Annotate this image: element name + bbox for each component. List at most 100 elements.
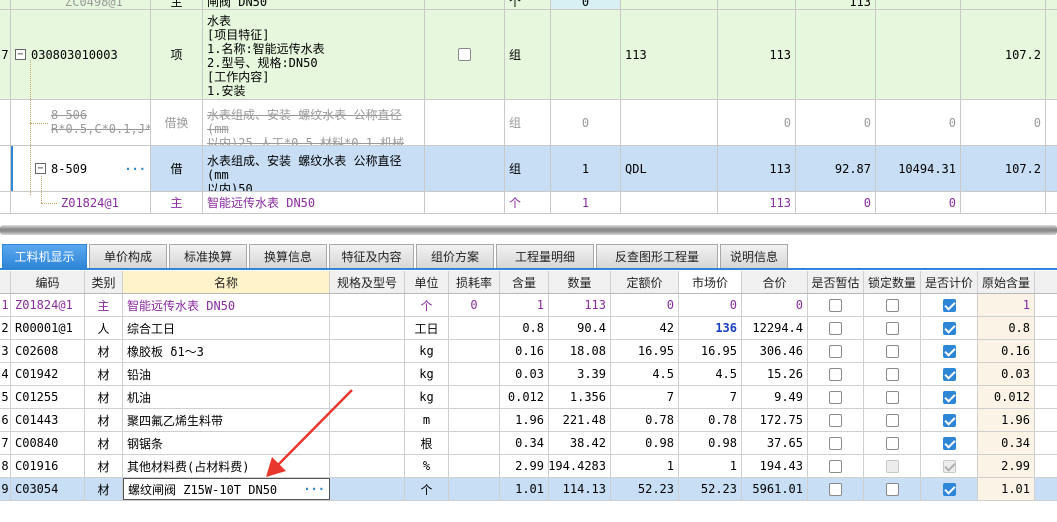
cell-type[interactable]: 材	[85, 432, 123, 454]
cell-total[interactable]: 37.65	[742, 432, 808, 454]
cell-is-priced[interactable]	[921, 409, 978, 431]
cell-total[interactable]: 12294.4	[742, 317, 808, 339]
cell-type[interactable]: 材	[85, 478, 123, 500]
is-priced-checkbox[interactable]	[942, 413, 956, 427]
top-row-replaced-dinge[interactable]: 8-506 R*0.5,C*0.1,J*0.5 借换 水表组成、安装 螺纹水表 …	[0, 100, 1057, 146]
cell-spec[interactable]	[330, 294, 405, 316]
cell-qty[interactable]: 113	[549, 294, 611, 316]
cell-lock-qty[interactable]	[864, 317, 921, 339]
cell-spec[interactable]	[330, 409, 405, 431]
cell-content[interactable]: 1	[500, 294, 549, 316]
cell-lock-qty[interactable]	[864, 340, 921, 362]
cell-name[interactable]: 综合工日	[123, 317, 330, 339]
grid-row[interactable]: 6 C01443 材聚四氟乙烯生料带 m 1.96 221.48 0.78 0.78 172.7…	[0, 409, 1057, 432]
is-est-checkbox[interactable]	[829, 344, 842, 358]
cell-unit[interactable]: %	[405, 455, 449, 477]
cell-market-price[interactable]: 0.98	[679, 432, 742, 454]
cell-qty[interactable]: 3.39	[549, 363, 611, 385]
cell-loss[interactable]	[449, 340, 500, 362]
cell-is-est[interactable]	[808, 386, 864, 408]
grid-row[interactable]: 8 C01916 材其他材料费(占材料费)% 2.99 194.4283 1 1 194.43…	[0, 455, 1057, 478]
cell-content[interactable]: 0.012	[500, 386, 549, 408]
top-row-main-material[interactable]: Z01824@1 主 智能远传水表 DN50 个 1 113 0 0	[0, 192, 1057, 214]
col-header-unit[interactable]: 单位	[405, 271, 449, 293]
cell-spec[interactable]	[330, 340, 405, 362]
cell-code[interactable]: C01443	[11, 409, 85, 431]
lock-qty-checkbox[interactable]	[885, 413, 899, 427]
cell-loss[interactable]	[449, 386, 500, 408]
col-header-spec[interactable]: 规格及型号	[330, 271, 405, 293]
cell-qty[interactable]: 1.356	[549, 386, 611, 408]
cell-orig-content[interactable]: 0.8	[978, 317, 1035, 339]
cell-market-price[interactable]: 4.5	[679, 363, 742, 385]
cell-code[interactable]: C02608	[11, 340, 85, 362]
grid-row[interactable]: 1 Z01824@1 主智能远传水表 DN50 个 0 1 113 0 0 0 1	[0, 294, 1057, 317]
cell-name[interactable]: 智能远传水表 DN50	[123, 294, 330, 316]
cell-name[interactable]: 聚四氟乙烯生料带	[123, 409, 330, 431]
is-est-checkbox[interactable]	[829, 390, 842, 404]
grid-row[interactable]: 4 C01942 材铅油 kg 0.03 3.39 4.5 4.5 15.26 0.03	[0, 363, 1057, 386]
cell-content[interactable]: 1.01	[500, 478, 549, 500]
cell-qty[interactable]: 18.08	[549, 340, 611, 362]
cell-unit[interactable]: 根	[405, 432, 449, 454]
cell-is-est[interactable]	[808, 363, 864, 385]
pane-splitter[interactable]	[0, 225, 1057, 235]
cell-loss[interactable]	[449, 363, 500, 385]
grid-row[interactable]: 3 C02608 材橡胶板 δ1～3 kg 0.16 18.08 16.95 16.95 306…	[0, 340, 1057, 363]
tab-quantity-detail[interactable]: 工程量明细	[496, 244, 594, 268]
cell-loss[interactable]	[449, 409, 500, 431]
cell-is-priced[interactable]	[921, 294, 978, 316]
lock-qty-checkbox[interactable]	[885, 298, 899, 312]
qingdan-feature-text[interactable]: 水表 [项目特征] 1.名称:智能远传水表 2.型号、规格:DN50 [工作内容…	[203, 10, 425, 99]
collapse-toggle-icon-dinge[interactable]: −	[35, 163, 46, 174]
lock-qty-checkbox[interactable]	[885, 367, 899, 381]
col-header-market-price[interactable]: 市场价	[679, 271, 742, 293]
cell-type[interactable]: 材	[85, 409, 123, 431]
cell-loss[interactable]	[449, 317, 500, 339]
cell-orig-content[interactable]: 0.16	[978, 340, 1035, 362]
cell-fixed-price[interactable]: 16.95	[611, 340, 679, 362]
cell-loss[interactable]: 0	[449, 294, 500, 316]
col-header-is-priced[interactable]: 是否计价	[921, 271, 978, 293]
tab-unit-price-composition[interactable]: 单价构成	[89, 244, 167, 268]
is-est-checkbox[interactable]	[829, 459, 842, 473]
col-header-fixed-price[interactable]: 定额价	[611, 271, 679, 293]
cell-orig-content[interactable]: 1	[978, 294, 1035, 316]
cell-unit[interactable]: 工日	[405, 317, 449, 339]
cell-total[interactable]: 306.46	[742, 340, 808, 362]
cell-market-price[interactable]: 1	[679, 455, 742, 477]
cell-name[interactable]: 钢锯条	[123, 432, 330, 454]
tab-conversion-info[interactable]: 换算信息	[249, 244, 327, 268]
cell-orig-content[interactable]: 0.34	[978, 432, 1035, 454]
cell-lock-qty[interactable]	[864, 455, 921, 477]
grid-row[interactable]: 2 R00001@1 人综合工日 工日 0.8 90.4 42 136 12294.4 0.8	[0, 317, 1057, 340]
grid-row[interactable]: 7 C00840 材钢锯条根 0.34 38.42 0.98 0.98 37.65 0.34	[0, 432, 1057, 455]
cell-name[interactable]: 机油	[123, 386, 330, 408]
cell-fixed-price[interactable]: 7	[611, 386, 679, 408]
cell-unit[interactable]: kg	[405, 363, 449, 385]
cell-content[interactable]: 0.03	[500, 363, 549, 385]
cell-type[interactable]: 材	[85, 363, 123, 385]
cell-lock-qty[interactable]	[864, 409, 921, 431]
cell-spec[interactable]	[330, 363, 405, 385]
cell-fixed-price[interactable]: 0.98	[611, 432, 679, 454]
lock-qty-checkbox[interactable]	[885, 344, 899, 358]
collapse-toggle-icon[interactable]: −	[15, 49, 26, 60]
cell-loss[interactable]	[449, 478, 500, 500]
cell-code[interactable]: C01255	[11, 386, 85, 408]
cell-code[interactable]: C01916	[11, 455, 85, 477]
cell-content[interactable]: 1.96	[500, 409, 549, 431]
cell-content[interactable]: 0.34	[500, 432, 549, 454]
cell-unit[interactable]: m	[405, 409, 449, 431]
is-priced-checkbox[interactable]	[942, 482, 956, 496]
cell-market-price[interactable]: 0.78	[679, 409, 742, 431]
cell-type[interactable]: 材	[85, 340, 123, 362]
cell-lock-qty[interactable]	[864, 363, 921, 385]
is-est-checkbox[interactable]	[829, 367, 842, 381]
is-priced-checkbox[interactable]	[942, 367, 956, 381]
cell-code[interactable]: R00001@1	[11, 317, 85, 339]
top-row-main-material-clipped[interactable]: ZC0498@1 主 闸阀 DN50 个 0 113	[0, 0, 1057, 10]
cell-lock-qty[interactable]	[864, 432, 921, 454]
tab-reverse-graphic-quantity[interactable]: 反查图形工程量	[596, 244, 718, 268]
cell-spec[interactable]	[330, 317, 405, 339]
